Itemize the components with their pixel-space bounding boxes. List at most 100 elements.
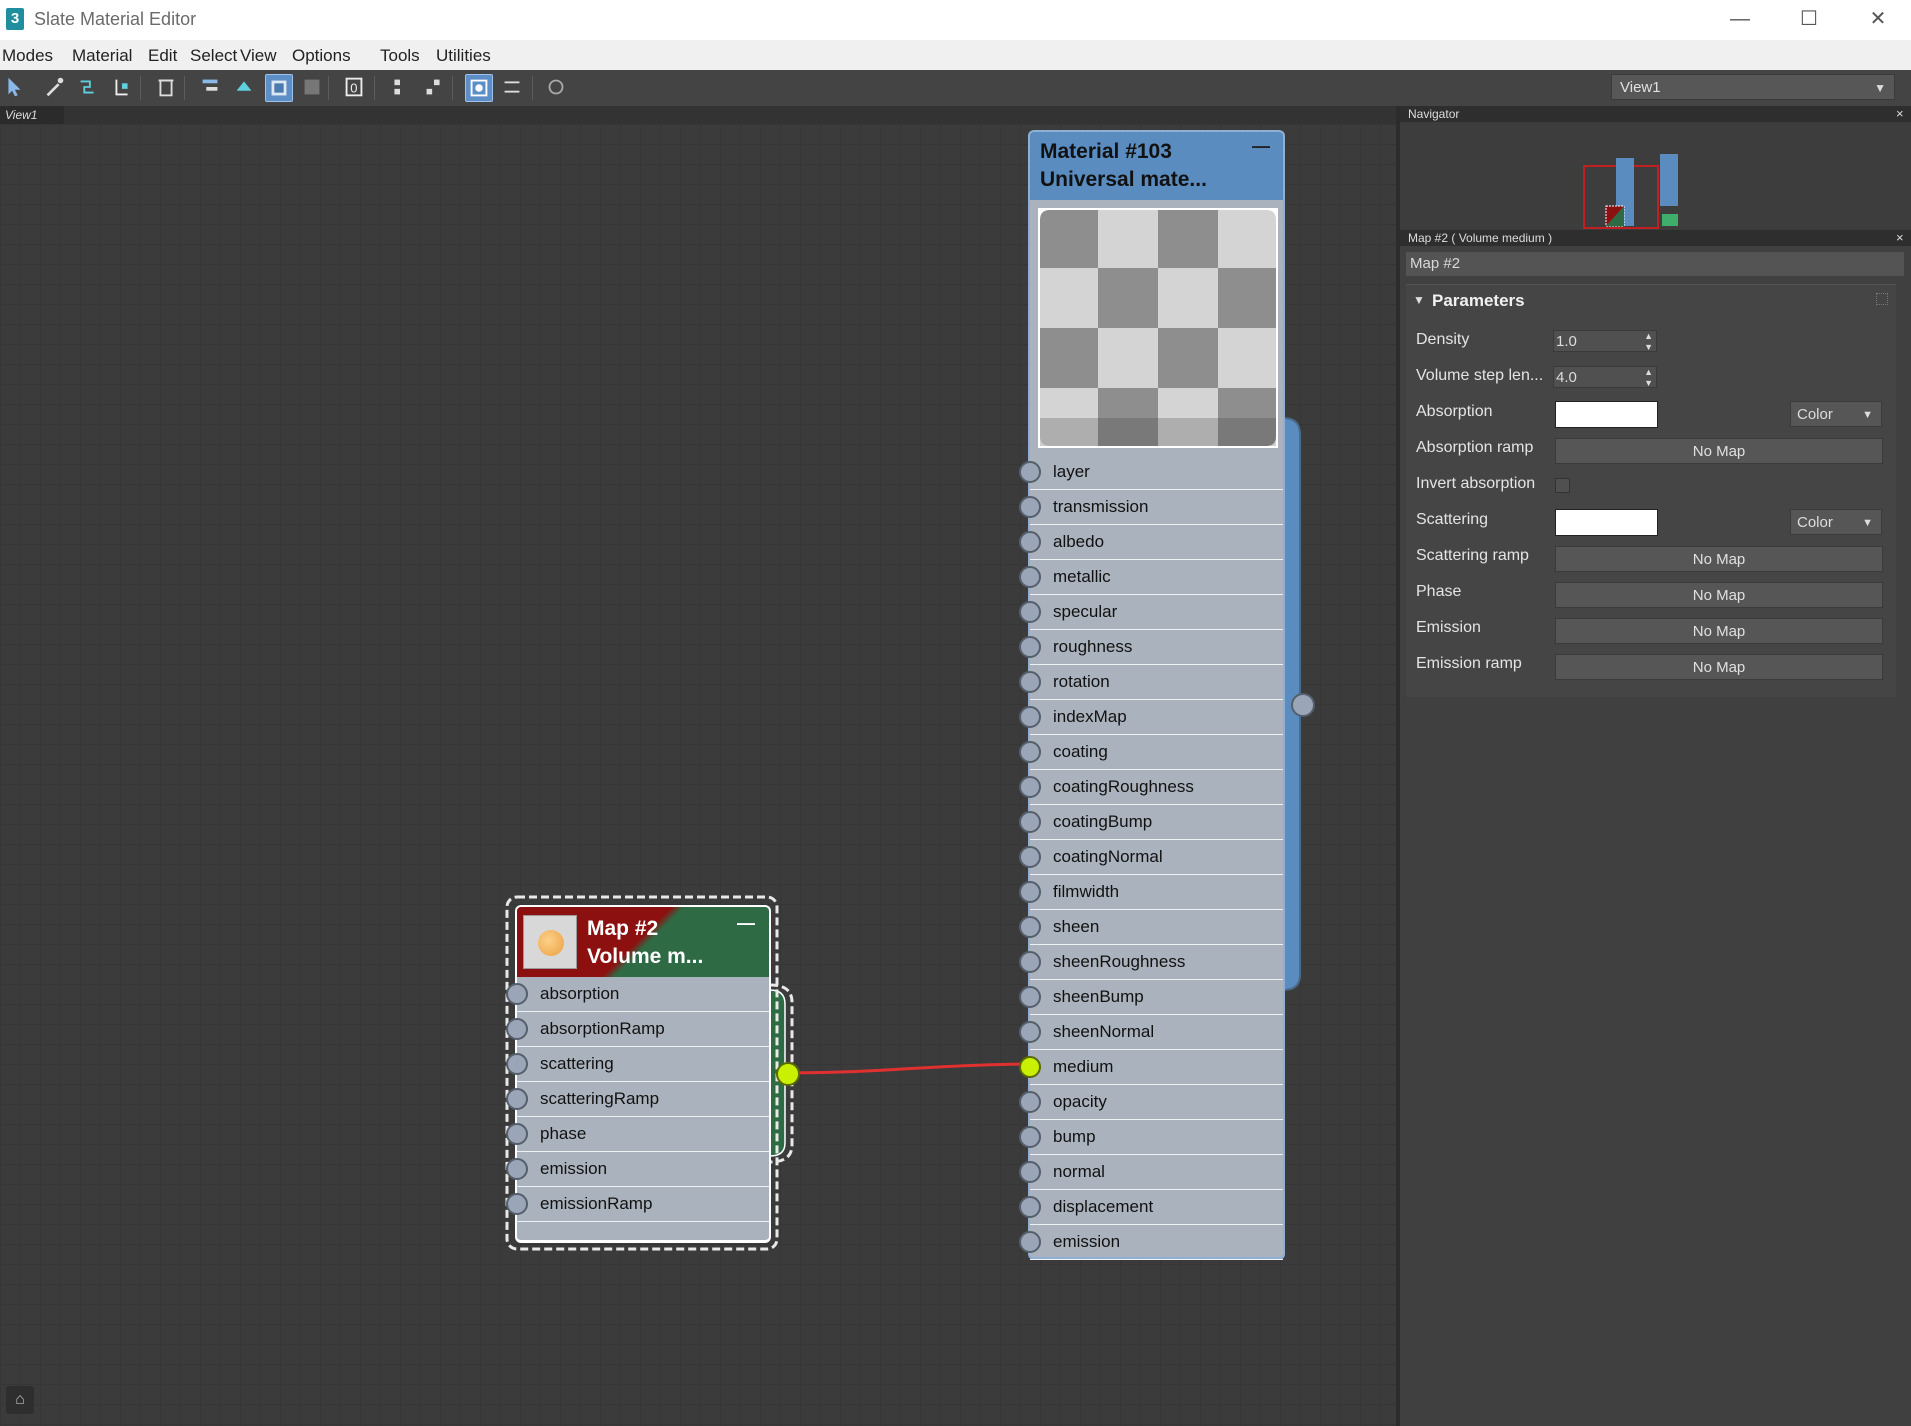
input-socket[interactable]: [1019, 496, 1041, 518]
scattering-ramp-map-button[interactable]: No Map: [1555, 546, 1883, 572]
input-socket[interactable]: [506, 1193, 528, 1215]
slot-label: layer: [1053, 462, 1090, 481]
input-socket[interactable]: [1019, 741, 1041, 763]
node-slot-bump[interactable]: bump: [1019, 1120, 1283, 1155]
input-socket[interactable]: [1019, 636, 1041, 658]
collapse-button[interactable]: —: [737, 913, 755, 934]
input-socket[interactable]: [506, 1088, 528, 1110]
collapse-button[interactable]: —: [1252, 136, 1270, 157]
slot-label: sheenNormal: [1053, 1022, 1155, 1041]
node-slot-sheenNormal[interactable]: sheenNormal: [1019, 1015, 1283, 1050]
volume-step-label: Volume step len...: [1416, 367, 1544, 384]
volume-step-spinner[interactable]: 4.0 ▲ ▼: [1553, 366, 1657, 388]
absorption-mode-dropdown[interactable]: Color ▼: [1790, 401, 1882, 427]
node-slot-emissionRamp[interactable]: emissionRamp: [506, 1187, 769, 1222]
node-slot-specular[interactable]: specular: [1019, 595, 1283, 630]
phase-map-button[interactable]: No Map: [1555, 582, 1883, 608]
input-socket[interactable]: [1019, 916, 1041, 938]
spinner-arrows-icon[interactable]: ▲ ▼: [1644, 367, 1653, 389]
input-socket[interactable]: [1019, 881, 1041, 903]
input-socket[interactable]: [506, 1053, 528, 1075]
input-socket[interactable]: [1019, 1161, 1041, 1183]
input-socket[interactable]: [1019, 461, 1041, 483]
node-slot-filmwidth[interactable]: filmwidth: [1019, 875, 1283, 910]
view-select-dropdown[interactable]: View1 ▼: [1611, 74, 1895, 100]
input-socket[interactable]: [1019, 566, 1041, 588]
node-slot-transmission[interactable]: transmission: [1019, 490, 1283, 525]
node-slot-coatingRoughness[interactable]: coatingRoughness: [1019, 770, 1283, 805]
input-socket[interactable]: [506, 1158, 528, 1180]
input-socket[interactable]: [1019, 531, 1041, 553]
absorption-color-swatch[interactable]: [1555, 401, 1658, 428]
node-slot-indexMap[interactable]: indexMap: [1019, 700, 1283, 735]
input-socket[interactable]: [1019, 1126, 1041, 1148]
node-slot-absorptionRamp[interactable]: absorptionRamp: [506, 1012, 769, 1047]
node-slot-coatingBump[interactable]: coatingBump: [1019, 805, 1283, 840]
emission-map-button[interactable]: No Map: [1555, 618, 1883, 644]
node-slot-layer[interactable]: layer: [1019, 455, 1283, 490]
wire-map2-to-medium[interactable]: [787, 1062, 1029, 1075]
node-slot-coating[interactable]: coating: [1019, 735, 1283, 770]
input-socket[interactable]: [1019, 951, 1041, 973]
node-slot-sheenRoughness[interactable]: sheenRoughness: [1019, 945, 1283, 980]
node-slot-opacity[interactable]: opacity: [1019, 1085, 1283, 1120]
close-icon[interactable]: ×: [1896, 230, 1904, 245]
navigator-panel[interactable]: [1400, 122, 1911, 230]
node-slot-scatteringRamp[interactable]: scatteringRamp: [506, 1082, 769, 1117]
input-socket[interactable]: [1019, 811, 1041, 833]
node-slot-metallic[interactable]: metallic: [1019, 560, 1283, 595]
map-node-header[interactable]: Map #2 Volume m... —: [515, 905, 771, 977]
navigator-minimap[interactable]: [1580, 140, 1680, 230]
close-icon[interactable]: ×: [1896, 106, 1904, 121]
maximize-button[interactable]: ☐: [1774, 0, 1844, 40]
input-socket[interactable]: [1019, 1091, 1041, 1113]
minimize-button[interactable]: —: [1705, 0, 1775, 40]
map-name-field[interactable]: Map #2: [1406, 252, 1904, 276]
material-output-socket[interactable]: [1291, 693, 1315, 717]
node-slot-albedo[interactable]: albedo: [1019, 525, 1283, 560]
invert-absorption-checkbox[interactable]: [1555, 478, 1570, 493]
rollout-title[interactable]: Parameters: [1432, 291, 1525, 311]
node-slot-displacement[interactable]: displacement: [1019, 1190, 1283, 1225]
input-socket[interactable]: [506, 1018, 528, 1040]
node-slot-normal[interactable]: normal: [1019, 1155, 1283, 1190]
node-slot-roughness[interactable]: roughness: [1019, 630, 1283, 665]
input-socket[interactable]: [1019, 706, 1041, 728]
slot-label: sheenRoughness: [1053, 952, 1186, 971]
close-button[interactable]: ✕: [1843, 0, 1911, 40]
node-slot-emission[interactable]: emission: [1019, 1225, 1283, 1260]
pan-mode-icon[interactable]: ⌂: [6, 1386, 34, 1414]
node-slot-medium[interactable]: medium: [1019, 1050, 1283, 1085]
emission-ramp-map-button[interactable]: No Map: [1555, 654, 1883, 680]
input-socket[interactable]: [1019, 1056, 1041, 1078]
node-slot-absorption[interactable]: absorption: [506, 977, 769, 1012]
input-socket[interactable]: [1019, 846, 1041, 868]
absorption-ramp-map-button[interactable]: No Map: [1555, 438, 1883, 464]
density-spinner[interactable]: 1.0 ▲ ▼: [1553, 330, 1657, 352]
node-slot-sheenBump[interactable]: sheenBump: [1019, 980, 1283, 1015]
node-slot-phase[interactable]: phase: [506, 1117, 769, 1152]
input-socket[interactable]: [1019, 671, 1041, 693]
input-socket[interactable]: [1019, 1231, 1041, 1253]
node-slot-emission[interactable]: emission: [506, 1152, 769, 1187]
input-socket[interactable]: [1019, 776, 1041, 798]
input-socket[interactable]: [1019, 1021, 1041, 1043]
input-socket[interactable]: [506, 983, 528, 1005]
scattering-mode-dropdown[interactable]: Color ▼: [1790, 509, 1882, 535]
emission-label: Emission: [1416, 619, 1481, 636]
material-preview-thumbnail[interactable]: [1038, 208, 1278, 448]
spinner-arrows-icon[interactable]: ▲ ▼: [1644, 331, 1653, 353]
rollout-collapse-icon[interactable]: ▼: [1413, 293, 1425, 307]
node-slot-rotation[interactable]: rotation: [1019, 665, 1283, 700]
input-socket[interactable]: [1019, 1196, 1041, 1218]
scattering-color-swatch[interactable]: [1555, 509, 1658, 536]
input-socket[interactable]: [506, 1123, 528, 1145]
node-slot-scattering[interactable]: scattering: [506, 1047, 769, 1082]
map-output-socket[interactable]: [776, 1062, 800, 1086]
node-slot-coatingNormal[interactable]: coatingNormal: [1019, 840, 1283, 875]
input-socket[interactable]: [1019, 986, 1041, 1008]
node-slot-sheen[interactable]: sheen: [1019, 910, 1283, 945]
map-preview-thumbnail[interactable]: [523, 915, 577, 969]
input-socket[interactable]: [1019, 601, 1041, 623]
rollout-grip-icon[interactable]: [1876, 293, 1888, 305]
